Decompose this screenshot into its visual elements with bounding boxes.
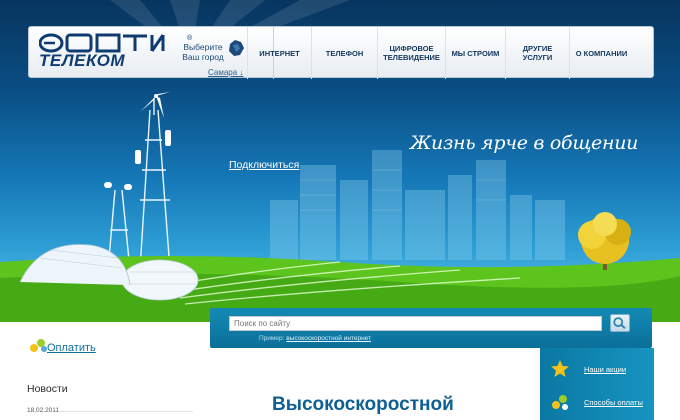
site-header: ТЕЛЕКОМ ® Выберите Ваш город Самара ↓ ИН… — [28, 26, 654, 79]
nav-we-build[interactable]: МЫ СТРОИМ — [445, 27, 505, 79]
logo-text: ТЕЛЕКОМ — [39, 51, 126, 70]
sidebar-item-promotions[interactable]: Наши акции — [540, 354, 654, 384]
search-example-prefix: Пример: — [259, 335, 287, 342]
nav-about-company[interactable]: О КОМПАНИИ — [569, 27, 633, 79]
coins-icon — [30, 339, 47, 352]
search-input[interactable] — [229, 316, 602, 331]
nav-other-services[interactable]: ДРУГИЕ УСЛУГИ — [505, 27, 569, 79]
search-example: Пример: высокоскоростной интернет — [259, 335, 371, 342]
nav-internet[interactable]: ИНТЕРНЕТ — [247, 27, 311, 79]
news-date: 18.02.2011 — [27, 407, 60, 414]
main-navigation: ИНТЕРНЕТ ТЕЛЕФОН ЦИФРОВОЕ ТЕЛЕВИДЕНИЕ МЫ… — [247, 27, 633, 79]
news-divider — [58, 411, 193, 412]
promo-sidebar: Наши акции Способы оплаты — [540, 348, 654, 420]
search-example-link[interactable]: высокоскоростной интернет — [286, 335, 371, 342]
city-prompt: Выберите Ваш город — [182, 42, 224, 62]
brand-logo[interactable]: ТЕЛЕКОМ ® — [39, 33, 192, 73]
nav-telephone[interactable]: ТЕЛЕФОН — [311, 27, 377, 79]
page-headline: Высокоскоростной — [272, 394, 454, 415]
sidebar-item-label: Способы оплаты — [584, 398, 643, 407]
logo-wordmark-graphic — [39, 33, 165, 53]
nav-digital-tv[interactable]: ЦИФРОВОЕ ТЕЛЕВИДЕНИЕ — [377, 27, 445, 79]
pay-link[interactable]: Оплатить — [47, 342, 96, 354]
region-map-icon — [229, 40, 244, 56]
news-title: Новости — [27, 383, 68, 395]
sidebar-item-payment-methods[interactable]: Способы оплаты — [540, 387, 654, 417]
search-icon — [613, 317, 626, 330]
coins-icon — [552, 395, 568, 410]
star-icon — [551, 360, 569, 377]
connect-link[interactable]: Подключиться — [229, 159, 299, 171]
sidebar-item-label: Наши акции — [584, 365, 627, 374]
search-panel: Пример: высокоскоростной интернет — [210, 308, 652, 348]
current-city-link[interactable]: Самара ↓ — [208, 68, 243, 77]
hero-slogan: Жизнь ярче в общении — [410, 132, 639, 154]
search-button[interactable] — [610, 314, 630, 332]
